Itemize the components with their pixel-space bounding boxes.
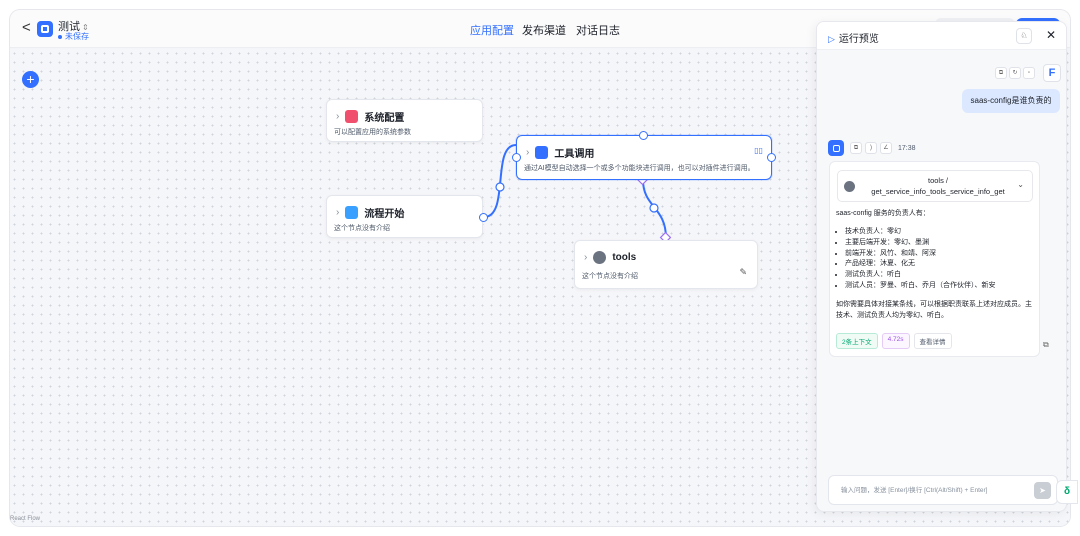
answer-summary: 如你需要具体对接某条线，可以根据职责联系上述对应成员。主技术、测试负责人均为零幻…: [836, 300, 1032, 319]
react-flow-attribution[interactable]: React Flow: [10, 516, 40, 522]
list-item: 测试人员：罗曼、听白、乔月（合作伙伴）、新安: [845, 281, 1038, 292]
chevron-down-icon[interactable]: ⌄: [1017, 180, 1024, 189]
chevron-right-icon[interactable]: ›: [584, 252, 587, 263]
node-description: 这个节点没有介绍: [582, 273, 638, 280]
duration-badge: 4.72s: [881, 333, 910, 349]
tab-app-config[interactable]: 应用配置: [470, 22, 514, 38]
node-description: 这个节点没有介绍: [334, 225, 390, 232]
globe-icon: [593, 251, 607, 264]
node-title: 工具调用: [554, 149, 595, 160]
toolbox-icon: [535, 146, 549, 159]
add-next-handle[interactable]: [767, 153, 776, 162]
list-item: 产品经理：沐夏、化无: [845, 259, 1038, 270]
user-avatar: F: [1043, 64, 1061, 82]
node-system-config[interactable]: › 系统配置 可以配置应用的系统参数: [326, 99, 483, 142]
answer-content: saas-config 服务的负责人有： 技术负责人：零幻 主要后端开发：零幻、…: [836, 208, 1038, 321]
assistant-message: tools / get_service_info_tools_service_i…: [829, 161, 1040, 357]
target-handle[interactable]: [512, 153, 521, 162]
chat-input[interactable]: [829, 476, 1029, 504]
panel-title: ▷ 运行预览: [828, 30, 879, 45]
assistant-avatar: [828, 140, 844, 156]
node-title: 系统配置: [364, 113, 405, 124]
send-button[interactable]: ➤: [1034, 482, 1051, 499]
add-node-button[interactable]: +: [22, 71, 39, 88]
list-item: 前端开发：风竹、和靖、阿深: [845, 249, 1038, 260]
answer-badges: 2条上下文 4.72s 查看详情: [836, 333, 952, 349]
globe-icon: [844, 181, 855, 192]
tool-call-name: tools / get_service_info_tools_service_i…: [871, 176, 1005, 196]
save-status: 未保存: [58, 31, 89, 42]
close-icon[interactable]: ✕: [1046, 28, 1056, 42]
edge-delete-icon[interactable]: [495, 182, 505, 192]
app-icon: [37, 21, 53, 37]
retry-icon[interactable]: ↻: [1009, 67, 1021, 79]
copy-icon[interactable]: ⧉: [850, 142, 862, 154]
panel-header: ▷ 运行预览 ♘ ✕: [817, 22, 1066, 50]
gear-icon: [345, 110, 359, 123]
list-item: 主要后端开发：零幻、墨渊: [845, 238, 1038, 249]
list-item: 技术负责人：零幻: [845, 227, 1038, 238]
tab-publish-channel[interactable]: 发布渠道: [522, 22, 566, 38]
node-tools[interactable]: › tools 这个节点没有介绍 ✎: [574, 240, 758, 289]
node-title: tools: [612, 252, 637, 263]
top-handle[interactable]: [639, 131, 648, 140]
user-message-tools: ⧉ ↻ ▫: [995, 67, 1035, 79]
panel-title-text: 运行预览: [838, 34, 879, 45]
run-preview-panel: ▷ 运行预览 ♘ ✕ ⧉ ↻ ▫ F saas-config是谁负责的 ⧉ ) ∠…: [816, 21, 1067, 512]
copy-icon[interactable]: ⧉: [995, 67, 1007, 79]
answer-intro: saas-config 服务的负责人有：: [836, 210, 930, 217]
node-description: 通过AI模型自动选择一个或多个功能块进行调用，也可以对插件进行调用。: [524, 165, 755, 172]
chevron-right-icon[interactable]: ›: [336, 111, 339, 122]
node-flow-start[interactable]: › 流程开始 这个节点没有介绍: [326, 195, 488, 238]
tool-call-result[interactable]: tools / get_service_info_tools_service_i…: [837, 170, 1033, 202]
view-details-button[interactable]: 查看详情: [913, 333, 952, 349]
speaker-icon[interactable]: ): [865, 142, 877, 154]
context-count-badge[interactable]: 2条上下文: [836, 333, 878, 349]
help-button[interactable]: δ: [1056, 480, 1078, 504]
list-item: 测试负责人：听白: [845, 270, 1038, 281]
tab-chat-logs[interactable]: 对话日志: [576, 22, 620, 38]
assistant-message-tools: ⧉ ) ∠ 17:38: [850, 142, 916, 154]
copy-icon[interactable]: ⧉: [1043, 340, 1049, 350]
chevron-right-icon[interactable]: ›: [526, 147, 529, 158]
node-header: › 系统配置: [336, 109, 404, 124]
node-header: › 流程开始: [336, 205, 404, 220]
back-icon[interactable]: <: [22, 20, 31, 36]
clear-chat-button[interactable]: ♘: [1016, 28, 1032, 44]
node-header: › 工具调用: [526, 145, 594, 160]
answer-list: 技术负责人：零幻 主要后端开发：零幻、墨渊 前端开发：风竹、和靖、阿深 产品经理…: [836, 227, 1038, 292]
node-tool-call[interactable]: › 工具调用 ▯▯ 通过AI模型自动选择一个或多个功能块进行调用，也可以对插件进…: [512, 131, 776, 180]
node-description: 可以配置应用的系统参数: [334, 129, 411, 136]
chat-input-box: ➤: [828, 475, 1058, 505]
edit-icon[interactable]: ✎: [739, 267, 747, 278]
edge-delete-icon[interactable]: [649, 203, 659, 213]
mark-icon[interactable]: ∠: [880, 142, 892, 154]
book-icon[interactable]: ▯▯: [754, 146, 763, 155]
play-outline-icon: ▷: [828, 34, 835, 44]
source-handle[interactable]: [479, 213, 488, 222]
chevron-right-icon[interactable]: ›: [336, 207, 339, 218]
user-message: saas-config是谁负责的: [962, 89, 1060, 113]
node-header: › tools: [584, 251, 636, 264]
play-icon: [345, 206, 359, 219]
node-title: 流程开始: [364, 209, 405, 220]
message-time: 17:38: [898, 144, 916, 152]
delete-icon[interactable]: ▫: [1023, 67, 1035, 79]
